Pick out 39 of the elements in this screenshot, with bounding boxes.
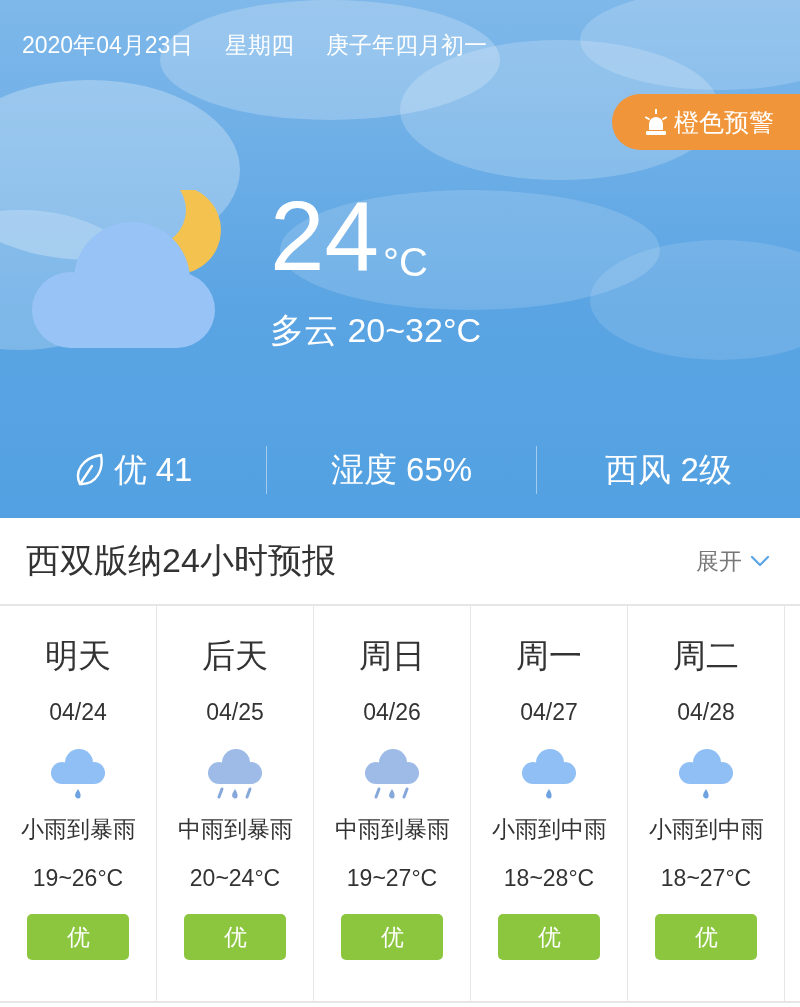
wind-text: 西风 2级	[605, 449, 732, 490]
temperature-range: 19~27°C	[346, 864, 438, 892]
air-quality-badge: 优	[655, 914, 757, 960]
temperature-range: 18~27°C	[660, 864, 752, 892]
weather-label: 中雨到暴雨	[334, 815, 450, 844]
unit-text: °C	[383, 242, 428, 282]
weekday-text: 星期四	[225, 31, 295, 60]
air-quality-badge: 优	[184, 914, 286, 960]
day-label: 周一	[516, 636, 582, 676]
air-quality-badge: 优	[498, 914, 600, 960]
date-label: 04/25	[206, 698, 264, 726]
air-quality-text: 优 41	[113, 449, 193, 490]
temperature-range: 19~26°C	[32, 864, 124, 892]
weather-summary-text: 多云 20~32°C	[270, 310, 482, 351]
weather-label: 小雨到暴雨	[20, 815, 136, 844]
air-quality-badge: 优	[341, 914, 443, 960]
temperature-range: 18~28°C	[503, 864, 595, 892]
weather-label: 小雨到中雨	[648, 815, 764, 844]
date-label: 04/26	[363, 698, 421, 726]
weather-label: 中雨到暴雨	[177, 815, 293, 844]
temperature-text: 24	[270, 192, 379, 280]
weather-label: 小雨到中雨	[491, 815, 607, 844]
air-quality-badge: 优	[27, 914, 129, 960]
date-text: 2020年04月23日	[22, 31, 194, 60]
day-label: 周日	[359, 636, 425, 676]
date-label: 04/28	[677, 698, 735, 726]
expand-button[interactable]: 展开	[696, 545, 770, 577]
day-label: 明天	[45, 636, 111, 676]
lunar-date-text: 庚子年四月初一	[326, 31, 488, 60]
weather-alert-badge[interactable]: 橙色预警	[612, 94, 800, 150]
alarm-light-icon	[642, 108, 670, 136]
day-label: 周二	[673, 636, 739, 676]
date-label: 04/27	[520, 698, 578, 726]
date-label: 04/24	[49, 698, 107, 726]
day-label: 后天	[202, 636, 268, 676]
humidity-text: 湿度 65%	[330, 449, 473, 490]
temperature-range: 20~24°C	[189, 864, 281, 892]
chevron-down-icon	[750, 555, 770, 567]
forecast-title: 西双版纳24小时预报	[26, 540, 336, 581]
